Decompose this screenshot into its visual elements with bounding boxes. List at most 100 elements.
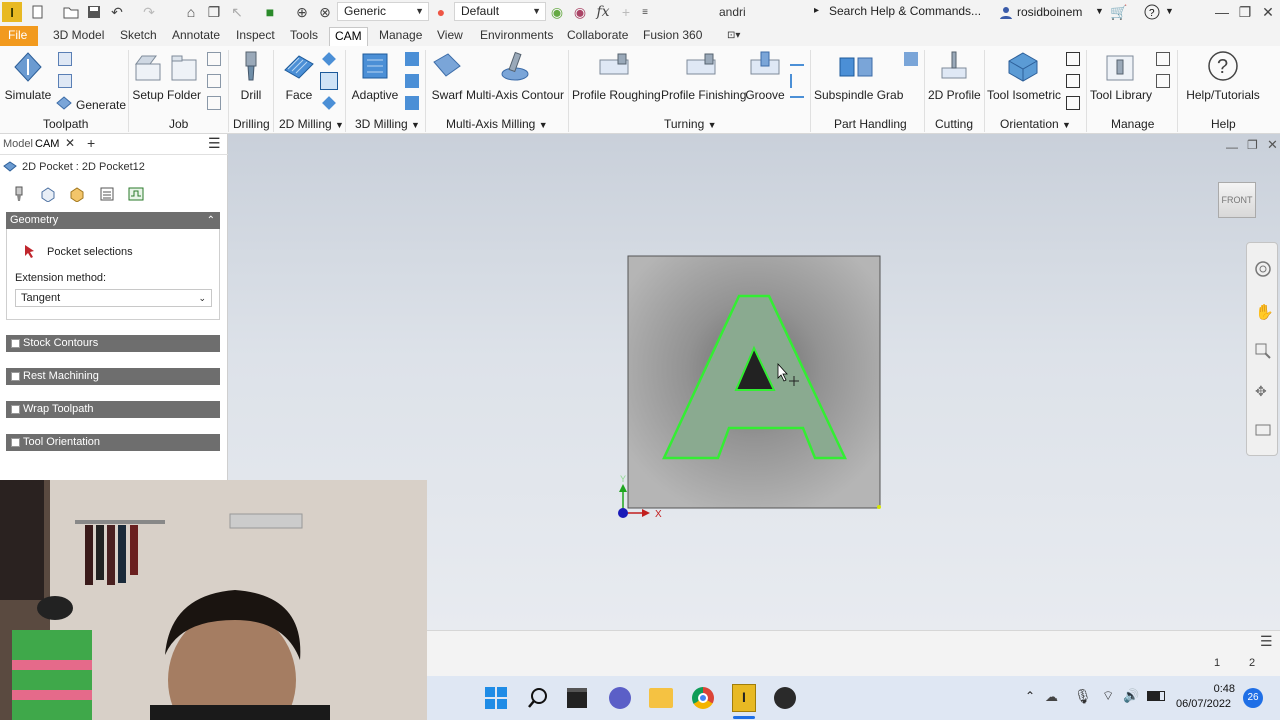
zoom-icon[interactable] [1255,343,1271,359]
user-dropdown-icon[interactable]: ▼ [1095,6,1104,16]
swarf-button[interactable]: Swarf [430,50,464,102]
toolpath-sheet-icon[interactable] [58,74,72,88]
3d-contour-icon[interactable] [405,74,419,88]
2d-milling-group-label[interactable]: 2D Milling ▼ [279,117,344,131]
turning-thread-icon[interactable] [790,74,804,88]
view-top-icon[interactable] [1066,52,1080,66]
color-wheel-icon[interactable]: ● [432,3,450,21]
2d-contour-icon[interactable] [322,96,336,110]
look-at-icon[interactable] [1255,421,1271,437]
task-view-icon[interactable] [567,688,587,708]
turning-part-icon[interactable] [790,96,804,110]
view-side-icon[interactable] [1066,96,1080,110]
undo-icon[interactable]: ↶ [108,3,126,21]
setup-button[interactable]: Setup [132,50,164,102]
chrome-icon[interactable] [692,687,714,709]
job-tool-icon[interactable] [207,96,221,110]
generate-button[interactable]: Generate [56,96,126,114]
tab-model-browser[interactable]: Model [3,138,33,150]
redo-icon[interactable]: ↷ [140,3,158,21]
stock-contours-section[interactable]: Stock Contours [6,335,220,352]
steering-wheel-icon[interactable] [1255,261,1271,277]
notification-badge[interactable]: 26 [1243,688,1263,708]
tray-chevron-up-icon[interactable]: ⌃ [1025,689,1035,703]
groove-button[interactable]: Groove [745,50,785,102]
tab-collaborate[interactable]: Collaborate [562,27,633,46]
add-tab-icon[interactable]: + [87,135,95,151]
wifi-icon[interactable]: ⌔ [1102,688,1114,704]
tab-manage[interactable]: Manage [374,27,427,46]
tab-file[interactable]: File [0,26,38,46]
folder-button[interactable]: Folder [167,50,201,102]
heights-tab-icon[interactable] [69,186,85,203]
select-icon[interactable]: ↖ [228,3,246,21]
face-button[interactable]: Face [282,50,316,102]
tab-3d-model[interactable]: 3D Model [48,27,109,46]
profile-roughing-button[interactable]: Profile Roughing [572,50,661,102]
search-help-input[interactable]: Search Help & Commands... [829,4,989,18]
clear-appearance-icon[interactable]: ◉ [571,3,589,21]
2d-profile-button[interactable]: 2D Profile [928,50,981,102]
tab-cam-browser[interactable]: CAM [35,138,59,150]
job-template-icon[interactable] [207,74,221,88]
microphone-icon[interactable]: 🎙 [1074,688,1092,705]
measure-icon[interactable]: ⊕ [293,3,311,21]
help-dropdown-icon[interactable]: ▼ [1165,6,1174,16]
tool-isometric-button[interactable]: Tool Isometric [987,50,1061,102]
file-explorer-icon[interactable] [649,688,673,708]
minimize-icon[interactable]: — [1213,3,1231,21]
toolpath-list-icon[interactable] [58,52,72,66]
tab-inspect[interactable]: Inspect [231,27,280,46]
viewport-restore-icon[interactable]: ❐ [1247,138,1258,152]
style-dropdown[interactable]: Default ▼ [454,2,546,21]
clock-date[interactable]: 06/07/2022 [1176,698,1231,710]
security-tray-icon[interactable]: ☁ [1045,689,1063,705]
view-front-icon[interactable] [1066,74,1080,88]
home-icon[interactable]: ⌂ [182,3,200,21]
wrap-toolpath-section[interactable]: Wrap Toolpath [6,401,220,418]
cart-icon[interactable]: 🛒 [1110,3,1128,21]
tab-fusion-360[interactable]: Fusion 360 [638,27,707,46]
document-tabs-menu-icon[interactable]: ☰ [1260,633,1273,650]
help-icon[interactable]: ? [1143,3,1161,21]
orbit-icon[interactable]: ✥ [1255,383,1271,399]
inventor-logo-icon[interactable]: I [2,2,22,22]
profile-finishing-button[interactable]: Profile Finishing [661,50,746,102]
post-process-icon[interactable] [1156,52,1170,66]
extension-method-select[interactable]: Tangent ⌄ [15,289,212,307]
tool-tab-icon[interactable] [12,186,26,202]
3d-milling-group-label[interactable]: 3D Milling ▼ [355,117,420,131]
tab-annotate[interactable]: Annotate [167,27,225,46]
adaptive-button[interactable]: Adaptive [351,50,399,102]
pan-hand-icon[interactable]: ✋ [1255,303,1274,321]
cancel-icon[interactable]: ⊗ [316,3,334,21]
help-tutorials-button[interactable]: ? Help/Tutorials [1186,50,1260,102]
speaker-icon[interactable]: 🔊 [1123,688,1139,704]
tab-environments[interactable]: Environments [475,27,558,46]
drill-button[interactable]: Drill [234,50,268,102]
save-icon[interactable] [85,3,103,21]
pocket-selections-button[interactable]: Pocket selections [47,246,133,258]
tab-view[interactable]: View [432,27,468,46]
subspindle-grab-button[interactable]: Subspindle Grab [814,50,903,102]
parameters-fx-icon[interactable]: fx [594,3,612,21]
update-icon[interactable]: ■ [261,3,279,21]
multi-axis-group-label[interactable]: Multi-Axis Milling ▼ [446,117,548,131]
tab-tools[interactable]: Tools [285,27,323,46]
orientation-group-label[interactable]: Orientation ▼ [1000,117,1071,131]
tool-orientation-section[interactable]: Tool Orientation [6,434,220,451]
close-tab-icon[interactable]: ✕ [65,136,75,150]
turning-group-label[interactable]: Turning ▼ [664,117,717,131]
viewcube[interactable]: FRONT [1218,182,1256,218]
viewport-close-icon[interactable]: ✕ [1267,137,1278,153]
battery-icon[interactable] [1147,691,1165,701]
browser-menu-icon[interactable]: ☰ [208,135,221,152]
collapse-chevron-icon[interactable]: ⌃ [207,212,215,229]
subspindle-return-icon[interactable] [904,52,918,66]
geometry-section-header[interactable]: Geometry ⌃ [6,212,220,229]
ribbon-options-icon[interactable]: ⊡▾ [722,27,745,46]
3d-parallel-icon[interactable] [405,96,419,110]
linking-tab-icon[interactable] [128,186,144,202]
appearance-icon[interactable]: ◉ [548,3,566,21]
teams-chat-icon[interactable] [609,687,631,709]
